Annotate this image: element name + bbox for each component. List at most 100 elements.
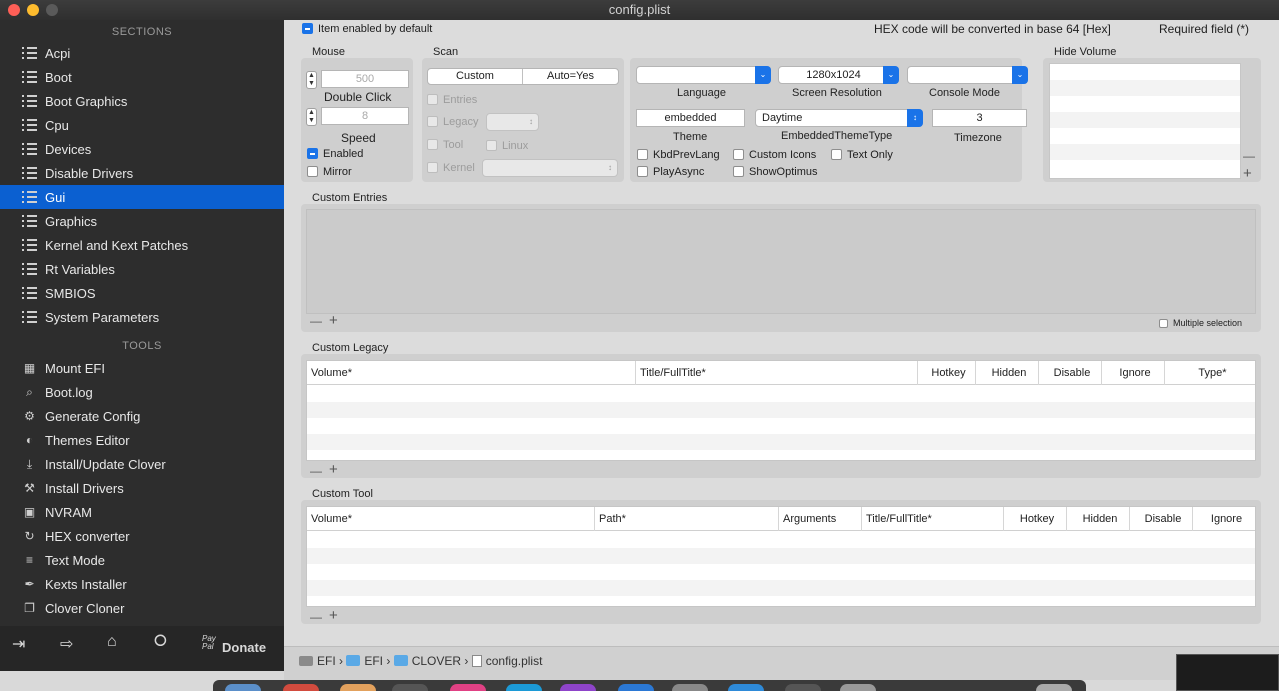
sidebar-item-acpi[interactable]: Acpi — [0, 41, 284, 65]
sidebar-item-rt-variables[interactable]: Rt Variables — [0, 257, 284, 281]
mouse-mirror-checkbox[interactable]: Mirror — [307, 166, 352, 178]
dock-app-icon[interactable] — [728, 684, 764, 691]
custom-entries-add-button[interactable]: + — [329, 312, 338, 329]
tool-item-clover-cloner[interactable]: ❐ Clover Cloner — [0, 596, 284, 620]
custom-tool-add-button[interactable]: + — [329, 607, 338, 624]
scan-kernel-check[interactable] — [427, 162, 438, 173]
custom-legacy-add-button[interactable]: + — [329, 461, 338, 478]
scan-tool-checkbox[interactable]: Tool — [427, 139, 463, 151]
speed-input[interactable]: 8 — [321, 107, 409, 125]
dock-app-icon[interactable] — [618, 684, 654, 691]
mouse-enabled-checkbox[interactable]: Enabled — [307, 148, 363, 160]
mouse-enabled-check[interactable] — [307, 148, 318, 159]
share-icon[interactable]: ⭘ — [154, 633, 167, 651]
language-select[interactable]: ⌄ — [636, 66, 771, 84]
kernel-select[interactable]: ↕ — [482, 159, 618, 177]
screenshot-thumbnail[interactable] — [1176, 654, 1279, 691]
hide-volume-remove-button[interactable]: — — [1243, 149, 1255, 163]
tool-item-themes-editor[interactable]: ◐ Themes Editor — [0, 428, 284, 452]
home-icon[interactable]: ⌂ — [107, 633, 117, 651]
sidebar-item-system-parameters[interactable]: System Parameters — [0, 305, 284, 329]
sidebar-item-devices[interactable]: Devices — [0, 137, 284, 161]
dock-app-icon[interactable] — [840, 684, 876, 691]
column-header[interactable]: Volume* — [307, 507, 352, 531]
sidebar-item-disable-drivers[interactable]: Disable Drivers — [0, 161, 284, 185]
scan-linux-check[interactable] — [486, 140, 497, 151]
mouse-mirror-check[interactable] — [307, 166, 318, 177]
column-header[interactable]: Title/FullTitle* — [861, 507, 932, 531]
tool-item-generate-config[interactable]: ⚙ Generate Config — [0, 404, 284, 428]
embedded-theme-type-select[interactable]: Daytime ↕ — [755, 109, 923, 127]
dock-app-icon[interactable] — [785, 684, 821, 691]
scan-legacy-checkbox[interactable]: Legacy — [427, 116, 478, 128]
scan-auto-segment[interactable]: Auto=Yes — [523, 69, 618, 84]
column-header[interactable]: Arguments — [778, 507, 836, 531]
scan-tool-check[interactable] — [427, 139, 438, 150]
dock-app-icon[interactable] — [672, 684, 708, 691]
close-window-button[interactable] — [8, 4, 20, 16]
tool-item-nvram[interactable]: ▣ NVRAM — [0, 500, 284, 524]
dock-app-icon[interactable] — [283, 684, 319, 691]
column-header[interactable]: Hotkey — [1003, 507, 1066, 531]
tool-item-boot-log[interactable]: ⌕ Boot.log — [0, 380, 284, 404]
text-only-check[interactable] — [831, 149, 842, 160]
import-icon[interactable]: ⇥ — [12, 634, 25, 654]
tool-item-mount-efi[interactable]: ▦ Mount EFI — [0, 356, 284, 380]
scan-linux-checkbox[interactable]: Linux — [486, 140, 528, 152]
tool-item-kexts-installer[interactable]: ✒ Kexts Installer — [0, 572, 284, 596]
multiple-selection-check[interactable] — [1159, 319, 1168, 328]
tool-item-install-update-clover[interactable]: ⤓ Install/Update Clover — [0, 452, 284, 476]
speed-stepper[interactable]: ▲ ▼ — [306, 108, 317, 126]
dock-app-icon[interactable] — [392, 684, 428, 691]
playasync-checkbox[interactable]: PlayAsync — [637, 166, 704, 178]
double-click-input[interactable]: 500 — [321, 70, 409, 88]
column-header[interactable]: Hotkey — [917, 361, 975, 385]
tool-item-install-drivers[interactable]: ⚒ Install Drivers — [0, 476, 284, 500]
item-enabled-check[interactable] — [302, 23, 313, 34]
text-only-checkbox[interactable]: Text Only — [831, 149, 893, 161]
column-header[interactable]: Disable — [1129, 507, 1192, 531]
custom-icons-checkbox[interactable]: Custom Icons — [733, 149, 816, 161]
zoom-window-button[interactable] — [46, 4, 58, 16]
sidebar-item-gui[interactable]: Gui — [0, 185, 284, 209]
column-header[interactable]: Ignore — [1192, 507, 1256, 531]
scan-segmented-control[interactable]: Custom Auto=Yes — [427, 68, 619, 85]
custom-icons-check[interactable] — [733, 149, 744, 160]
column-header[interactable]: Disable — [1038, 361, 1101, 385]
column-header[interactable]: Volume* — [307, 361, 352, 385]
scan-kernel-checkbox[interactable]: Kernel — [427, 162, 475, 174]
legacy-select[interactable]: ↕ — [486, 113, 539, 131]
scan-entries-check[interactable] — [427, 94, 438, 105]
sidebar-item-kernel-and-kext-patches[interactable]: Kernel and Kext Patches — [0, 233, 284, 257]
breadcrumb-item[interactable]: config.plist — [486, 654, 543, 668]
sidebar-item-boot-graphics[interactable]: Boot Graphics — [0, 89, 284, 113]
tool-item-text-mode[interactable]: ≡ Text Mode — [0, 548, 284, 572]
breadcrumb-item[interactable]: CLOVER — [412, 654, 461, 668]
sidebar-item-cpu[interactable]: Cpu — [0, 113, 284, 137]
column-header[interactable]: Title/FullTitle* — [635, 361, 706, 385]
hide-volume-add-button[interactable]: + — [1243, 165, 1252, 182]
double-click-stepper[interactable]: ▲ ▼ — [306, 71, 317, 89]
scan-legacy-check[interactable] — [427, 116, 438, 127]
scan-custom-segment[interactable]: Custom — [428, 69, 523, 84]
column-header[interactable]: Hidden — [975, 361, 1038, 385]
custom-legacy-remove-button[interactable]: — — [310, 464, 322, 478]
column-header[interactable]: Type* — [1164, 361, 1256, 385]
sidebar-item-smbios[interactable]: SMBIOS — [0, 281, 284, 305]
dock-app-icon[interactable] — [450, 684, 486, 691]
dock-app-icon[interactable] — [506, 684, 542, 691]
sidebar-item-graphics[interactable]: Graphics — [0, 209, 284, 233]
custom-tool-table[interactable]: Volume* Path* Arguments Title/FullTitle*… — [306, 506, 1256, 607]
playasync-check[interactable] — [637, 166, 648, 177]
multiple-selection-checkbox[interactable]: Multiple selection — [1159, 318, 1242, 328]
custom-tool-remove-button[interactable]: — — [310, 610, 322, 624]
showoptimus-check[interactable] — [733, 166, 744, 177]
tool-item-hex-converter[interactable]: ↻ HEX converter — [0, 524, 284, 548]
custom-entries-list[interactable] — [306, 209, 1256, 314]
timezone-input[interactable]: 3 — [932, 109, 1027, 127]
sidebar-item-boot[interactable]: Boot — [0, 65, 284, 89]
minimize-window-button[interactable] — [27, 4, 39, 16]
export-icon[interactable]: ⇨ — [60, 634, 73, 654]
breadcrumb-item[interactable]: EFI — [364, 654, 383, 668]
hide-volume-list[interactable] — [1049, 63, 1241, 179]
